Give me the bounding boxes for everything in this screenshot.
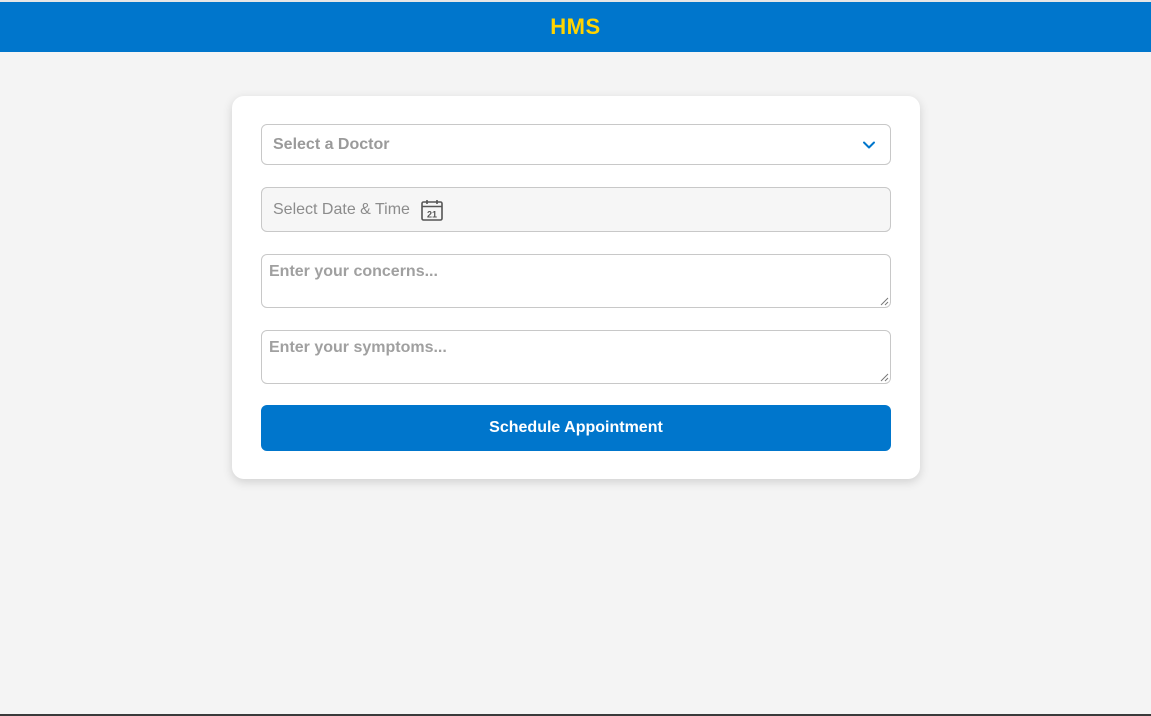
doctor-select-placeholder: Select a Doctor (273, 135, 390, 153)
chevron-down-icon (863, 141, 875, 149)
resize-handle-icon[interactable] (880, 373, 889, 382)
appointment-form-card: Select a Doctor Select Date & Time 21 En… (232, 96, 920, 479)
doctor-select[interactable]: Select a Doctor (261, 124, 891, 165)
concerns-textarea[interactable]: Enter your concerns... (261, 254, 891, 308)
calendar-icon[interactable]: 21 (420, 198, 444, 222)
resize-handle-icon[interactable] (880, 297, 889, 306)
app-header: HMS (0, 2, 1151, 52)
schedule-appointment-button[interactable]: Schedule Appointment (261, 405, 891, 451)
datetime-placeholder: Select Date & Time (273, 200, 410, 218)
concerns-placeholder: Enter your concerns... (269, 263, 438, 280)
app-title: HMS (550, 14, 601, 39)
calendar-icon-day: 21 (427, 209, 437, 219)
symptoms-placeholder: Enter your symptoms... (269, 339, 447, 356)
datetime-picker-field[interactable]: Select Date & Time 21 (261, 187, 891, 232)
symptoms-textarea[interactable]: Enter your symptoms... (261, 330, 891, 384)
